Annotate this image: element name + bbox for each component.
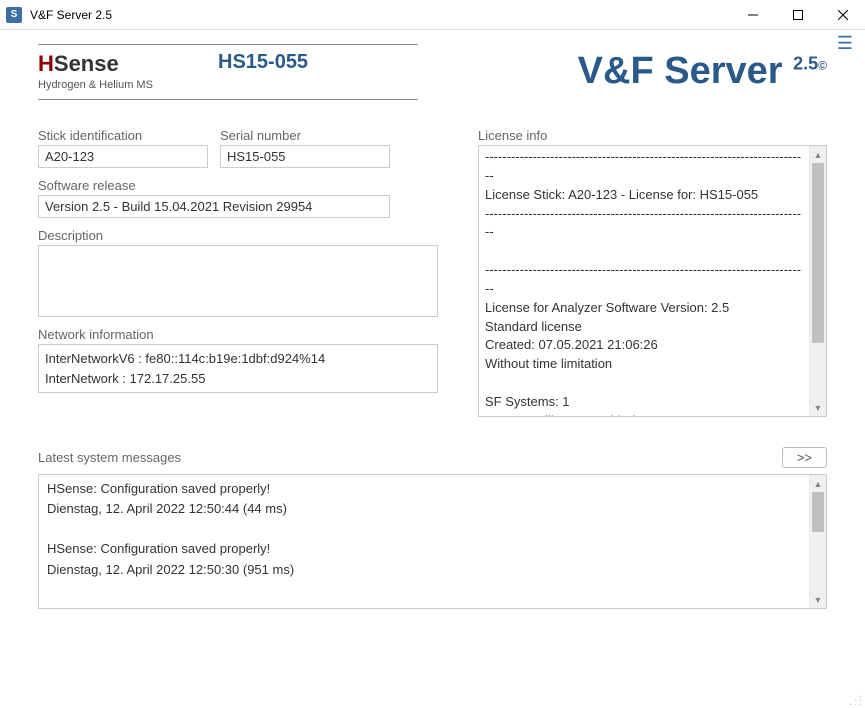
messages-content: HSense: Configuration saved properly! Di…: [39, 475, 809, 608]
network-line-v4: InterNetwork : 172.17.25.55: [45, 369, 431, 389]
serial-number-label: Serial number: [220, 128, 390, 143]
maximize-button[interactable]: [775, 0, 820, 30]
right-column: License info ---------------------------…: [478, 128, 827, 417]
device-code: HS15-055: [218, 51, 308, 74]
message-line: HSense: Configuration saved properly!: [47, 479, 801, 499]
header-row: HSense Hydrogen & Helium MS HS15-055 V&F…: [38, 44, 827, 100]
main-content: HSense Hydrogen & Helium MS HS15-055 V&F…: [10, 36, 855, 609]
license-info-label: License info: [478, 128, 827, 143]
message-timestamp: Dienstag, 12. April 2022 12:50:44 (44 ms…: [47, 499, 801, 519]
device-logo-block: HSense Hydrogen & Helium MS HS15-055: [38, 44, 418, 100]
scroll-down-icon[interactable]: ▼: [810, 399, 826, 416]
device-name: HSense: [38, 51, 218, 77]
scroll-up-icon[interactable]: ▲: [810, 475, 826, 492]
description-box[interactable]: [38, 245, 438, 317]
titlebar: S V&F Server 2.5: [0, 0, 865, 30]
scroll-down-icon[interactable]: ▼: [810, 591, 826, 608]
license-info-box: ----------------------------------------…: [478, 145, 827, 417]
messages-header: Latest system messages >>: [38, 447, 827, 468]
left-column: Stick identification Serial number Softw…: [38, 128, 438, 417]
minimize-button[interactable]: [730, 0, 775, 30]
software-release-input[interactable]: [38, 195, 390, 218]
stick-id-input[interactable]: [38, 145, 208, 168]
brand-title: V&F Server 2.5©: [578, 52, 827, 90]
app-body: ☰ HSense Hydrogen & Helium MS HS15-055 V…: [0, 30, 865, 708]
resize-grip-icon[interactable]: .. .. . .: [849, 692, 861, 704]
scroll-track[interactable]: [810, 163, 826, 399]
serial-number-input[interactable]: [220, 145, 390, 168]
hamburger-menu-icon[interactable]: ☰: [837, 34, 853, 52]
network-info-label: Network information: [38, 327, 438, 342]
close-icon: [838, 10, 848, 20]
stick-id-label: Stick identification: [38, 128, 208, 143]
scroll-up-icon[interactable]: ▲: [810, 146, 826, 163]
brand-main: V&F Server: [578, 50, 783, 92]
software-release-label: Software release: [38, 178, 438, 193]
scroll-thumb[interactable]: [812, 492, 824, 532]
maximize-icon: [793, 10, 803, 20]
messages-scrollbar[interactable]: ▲ ▼: [809, 475, 826, 608]
columns: Stick identification Serial number Softw…: [38, 128, 827, 417]
network-line-v6: InterNetworkV6 : fe80::114c:b19e:1dbf:d9…: [45, 349, 431, 369]
close-button[interactable]: [820, 0, 865, 30]
device-subtitle: Hydrogen & Helium MS: [38, 79, 218, 91]
messages-box: HSense: Configuration saved properly! Di…: [38, 474, 827, 609]
minimize-icon: [748, 10, 758, 20]
message-timestamp: Dienstag, 12. April 2022 12:50:30 (951 m…: [47, 560, 801, 580]
description-label: Description: [38, 228, 438, 243]
scroll-thumb[interactable]: [812, 163, 824, 343]
scroll-track[interactable]: [810, 492, 826, 591]
device-name-rest: Sense: [54, 51, 119, 76]
brand-copyright: ©: [818, 58, 827, 72]
messages-more-button[interactable]: >>: [782, 447, 827, 468]
device-name-h: H: [38, 51, 54, 76]
app-icon: S: [6, 7, 22, 23]
window-title: V&F Server 2.5: [30, 8, 730, 22]
message-line: HSense: Configuration saved properly!: [47, 539, 801, 559]
brand-version: 2.5: [793, 53, 818, 73]
network-info-box: InterNetworkV6 : fe80::114c:b19e:1dbf:d9…: [38, 344, 438, 393]
license-scrollbar[interactable]: ▲ ▼: [809, 146, 826, 416]
messages-label: Latest system messages: [38, 450, 772, 465]
license-text: ----------------------------------------…: [479, 146, 809, 416]
